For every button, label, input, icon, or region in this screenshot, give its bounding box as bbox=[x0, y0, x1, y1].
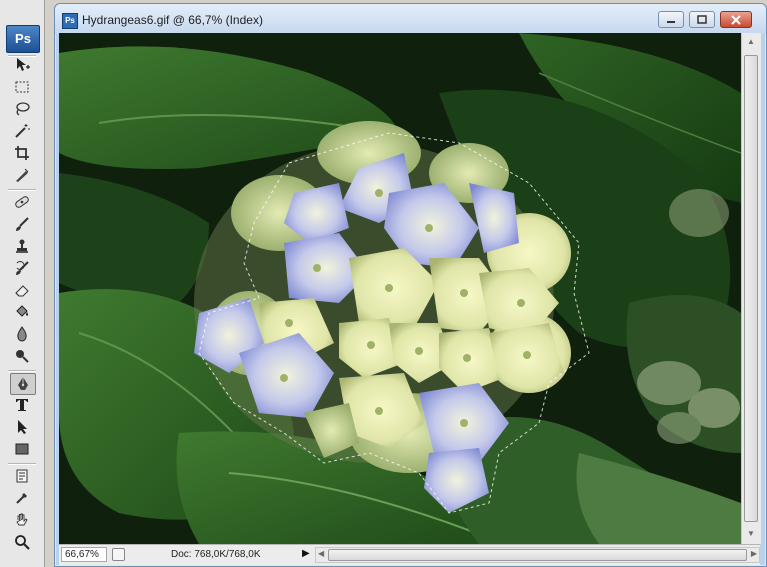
healing-brush-tool[interactable] bbox=[10, 192, 34, 212]
history-brush-tool[interactable] bbox=[10, 258, 34, 278]
drop-icon bbox=[17, 326, 27, 342]
brush-icon bbox=[16, 217, 29, 231]
brush-tool[interactable] bbox=[10, 214, 34, 234]
eraser-icon bbox=[15, 285, 29, 297]
maximize-icon bbox=[697, 15, 707, 24]
status-menu-arrow-icon[interactable]: ▶ bbox=[302, 548, 310, 559]
tools-separator bbox=[8, 189, 36, 191]
scroll-up-icon[interactable]: ▲ bbox=[747, 37, 755, 46]
arrow-icon bbox=[18, 420, 27, 434]
hydrangea-image bbox=[59, 33, 741, 544]
slice-icon bbox=[16, 168, 29, 182]
note-icon bbox=[16, 469, 28, 483]
navigator-icon[interactable] bbox=[112, 548, 125, 561]
lasso-tool[interactable] bbox=[10, 99, 34, 119]
hand-icon bbox=[16, 513, 28, 526]
rectangle-icon bbox=[15, 443, 29, 455]
hand-tool[interactable] bbox=[10, 510, 34, 530]
notes-tool[interactable] bbox=[10, 466, 34, 486]
tools-palette: Ps bbox=[0, 0, 45, 567]
magnifier-icon bbox=[15, 535, 30, 550]
photoshop-logo[interactable]: Ps bbox=[6, 25, 40, 53]
bandage-icon bbox=[15, 196, 29, 208]
horizontal-scroll-thumb[interactable] bbox=[328, 549, 747, 561]
move-icon bbox=[17, 58, 30, 71]
scroll-down-icon[interactable]: ▼ bbox=[747, 529, 755, 538]
document-size: Doc: 768,0K/768,0K bbox=[171, 549, 261, 560]
slice-tool[interactable] bbox=[10, 165, 34, 185]
shape-tool[interactable] bbox=[10, 439, 34, 459]
paint-bucket-tool[interactable] bbox=[10, 302, 34, 322]
scroll-right-icon[interactable]: ▶ bbox=[751, 549, 757, 558]
eyedropper-tool[interactable] bbox=[10, 488, 34, 508]
history-brush-icon bbox=[16, 261, 29, 275]
image-canvas[interactable] bbox=[59, 33, 741, 544]
zoom-tool[interactable] bbox=[10, 532, 34, 552]
lasso-icon bbox=[16, 102, 30, 116]
dodge-tool[interactable] bbox=[10, 346, 34, 366]
type-tool[interactable] bbox=[10, 395, 34, 415]
vertical-scroll-thumb[interactable] bbox=[744, 55, 758, 522]
blur-tool[interactable] bbox=[10, 324, 34, 344]
pen-tool[interactable] bbox=[10, 373, 36, 395]
maximize-button[interactable] bbox=[689, 11, 715, 28]
move-tool[interactable] bbox=[10, 55, 34, 75]
vertical-scrollbar[interactable]: ▲ ▼ bbox=[741, 33, 761, 544]
pen-icon bbox=[18, 377, 28, 390]
magic-wand-tool[interactable] bbox=[10, 121, 34, 141]
close-button[interactable] bbox=[720, 11, 752, 28]
document-window: Ps Hydrangeas6.gif @ 66,7% (Index) ▲ ▼ 6… bbox=[54, 3, 767, 567]
marquee-tool[interactable] bbox=[10, 77, 34, 97]
document-titlebar[interactable]: Ps Hydrangeas6.gif @ 66,7% (Index) bbox=[55, 4, 766, 34]
eyedropper-icon bbox=[16, 493, 27, 504]
minimize-icon bbox=[667, 20, 675, 23]
crop-icon bbox=[15, 146, 29, 160]
document-icon: Ps bbox=[62, 13, 78, 29]
scroll-left-icon[interactable]: ◀ bbox=[318, 549, 324, 558]
close-icon bbox=[731, 14, 741, 25]
status-bar: 66,67% Doc: 768,0K/768,0K ▶ ◀ ▶ bbox=[59, 544, 760, 565]
stamp-icon bbox=[16, 239, 28, 253]
marquee-icon bbox=[15, 81, 29, 93]
type-icon bbox=[16, 399, 28, 411]
magic-wand-icon bbox=[15, 124, 30, 138]
crop-tool[interactable] bbox=[10, 143, 34, 163]
clone-stamp-tool[interactable] bbox=[10, 236, 34, 256]
tools-separator bbox=[8, 463, 36, 465]
bucket-icon bbox=[16, 305, 28, 317]
minimize-button[interactable] bbox=[658, 11, 684, 28]
eraser-tool[interactable] bbox=[10, 280, 34, 300]
horizontal-scrollbar[interactable]: ◀ ▶ bbox=[315, 547, 760, 563]
document-title: Hydrangeas6.gif @ 66,7% (Index) bbox=[82, 13, 263, 27]
tools-separator bbox=[8, 370, 36, 372]
zoom-field[interactable]: 66,67% bbox=[61, 547, 107, 562]
dodge-icon bbox=[16, 350, 29, 363]
path-selection-tool[interactable] bbox=[10, 417, 34, 437]
